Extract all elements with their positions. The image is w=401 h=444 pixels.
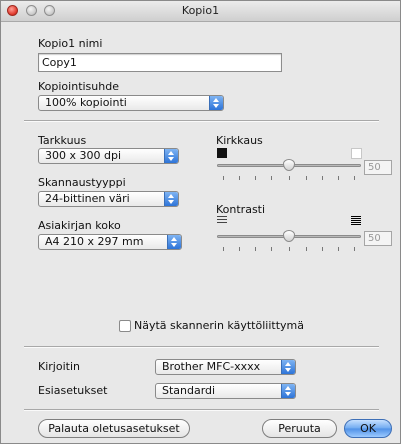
scan-type-popup[interactable]: 24-bittinen väri: [38, 191, 179, 207]
slider-tick: [239, 176, 240, 180]
popup-arrows-icon: [164, 149, 178, 163]
high-contrast-icon: [351, 216, 361, 225]
copy-ratio-popup[interactable]: 100% kopiointi: [38, 95, 224, 111]
slider-tick: [289, 176, 290, 180]
dark-brightness-icon: [217, 148, 227, 158]
contrast-label: Kontrasti: [216, 203, 266, 216]
window-title: Kopio1: [181, 4, 220, 17]
document-size-label: Asiakirjan koko: [38, 219, 121, 232]
ok-button[interactable]: OK: [344, 419, 392, 438]
popup-arrows-icon: [281, 384, 295, 398]
cancel-button[interactable]: Peruuta: [262, 419, 337, 438]
presets-value: Standardi: [162, 384, 216, 397]
brightness-slider[interactable]: [217, 159, 361, 185]
separator: [24, 346, 379, 348]
slider-tick: [354, 247, 355, 251]
slider-tick: [306, 176, 307, 180]
document-size-popup[interactable]: A4 210 x 297 mm: [38, 234, 182, 250]
separator: [24, 120, 379, 122]
scan-type-value: 24-bittinen väri: [45, 192, 130, 205]
presets-label: Esiasetukset: [38, 384, 108, 397]
slider-tick: [322, 176, 323, 180]
slider-tick: [338, 247, 339, 251]
scan-type-label: Skannaustyyppi: [38, 176, 126, 189]
brightness-label: Kirkkaus: [216, 134, 263, 147]
restore-defaults-button[interactable]: Palauta oletusasetukset: [38, 419, 190, 438]
brightness-value[interactable]: 50: [364, 160, 392, 175]
printer-value: Brother MFC-xxxx: [162, 360, 261, 373]
document-size-value: A4 210 x 297 mm: [45, 235, 144, 248]
printer-popup[interactable]: Brother MFC-xxxx: [155, 359, 296, 375]
copy-ratio-value: 100% kopiointi: [45, 96, 127, 109]
low-contrast-icon: [217, 216, 227, 225]
dialog-window: Kopio1 Kopio1 nimi Copy1 Kopiointisuhde …: [0, 0, 401, 444]
popup-arrows-icon: [209, 96, 223, 110]
presets-popup[interactable]: Standardi: [155, 383, 296, 399]
popup-arrows-icon: [281, 360, 295, 374]
slider-tick: [271, 176, 272, 180]
slider-tick: [289, 247, 290, 251]
resolution-popup[interactable]: 300 x 300 dpi: [38, 148, 179, 164]
light-brightness-icon: [351, 148, 362, 159]
resolution-value: 300 x 300 dpi: [45, 149, 122, 162]
slider-tick: [338, 176, 339, 180]
slider-thumb[interactable]: [283, 159, 295, 171]
slider-tick: [271, 247, 272, 251]
slider-tick: [354, 176, 355, 180]
show-scanner-ui-label: Näytä skannerin käyttöliittymä: [134, 319, 304, 332]
copy-ratio-label: Kopiointisuhde: [38, 80, 119, 93]
name-input[interactable]: Copy1: [38, 53, 282, 72]
contrast-value[interactable]: 50: [364, 231, 392, 246]
slider-tick: [255, 247, 256, 251]
printer-label: Kirjoitin: [38, 360, 80, 373]
slider-tick: [322, 247, 323, 251]
slider-tick: [223, 247, 224, 251]
show-scanner-ui-checkbox[interactable]: [119, 320, 131, 332]
slider-tick: [239, 247, 240, 251]
title-bar: Kopio1: [1, 1, 400, 22]
popup-arrows-icon: [164, 192, 178, 206]
contrast-slider[interactable]: [217, 230, 361, 256]
slider-tick: [306, 247, 307, 251]
slider-tick: [255, 176, 256, 180]
resolution-label: Tarkkuus: [38, 134, 87, 147]
popup-arrows-icon: [167, 235, 181, 249]
slider-thumb[interactable]: [283, 230, 295, 242]
separator: [24, 409, 379, 411]
name-field-label: Kopio1 nimi: [38, 37, 103, 50]
slider-tick: [223, 176, 224, 180]
